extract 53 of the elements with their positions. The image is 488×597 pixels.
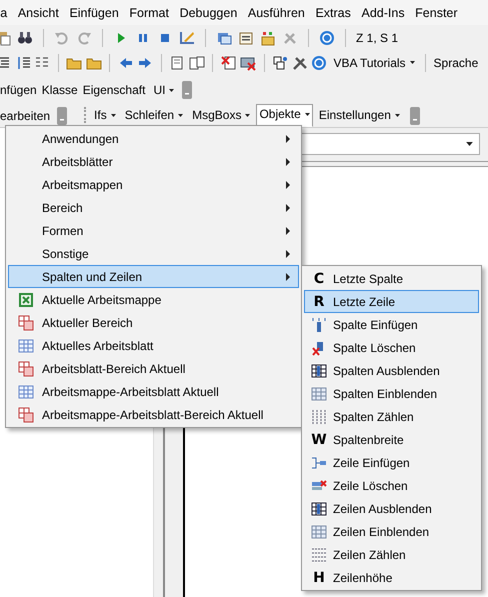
menu-item[interactable]: Spalten Zählen (304, 405, 479, 428)
menu-item[interactable]: Zeilen Zählen (304, 543, 479, 566)
menu-item[interactable]: Zeilen Ausblenden (304, 497, 479, 520)
toolbar-button[interactable]: Eigenschaft (82, 83, 146, 97)
dropdown-button[interactable]: Objekte (256, 104, 313, 127)
menu-item[interactable]: Spalten Einblenden (304, 382, 479, 405)
menu-item[interactable]: Formen (8, 219, 299, 242)
toolbar-label[interactable]: Sprache (434, 56, 478, 70)
menu-item[interactable]: Arbeitsmappe-Arbeitsblatt-Bereich Aktuell (8, 403, 299, 426)
dropdown-button[interactable]: Schleifen (122, 105, 186, 125)
menu-item[interactable]: C Letzte Spalte (304, 267, 479, 290)
dropdown-button[interactable]: MsgBoxs (189, 105, 254, 125)
menu-item[interactable]: Anwendungen (8, 127, 299, 150)
letter-icon: R (314, 294, 324, 310)
menu-item[interactable]: Zeilen Einblenden (304, 520, 479, 543)
menu-item[interactable]: Arbeitsmappen (8, 173, 299, 196)
menu-item[interactable]: Ausführen (242, 6, 310, 20)
toolbar-button[interactable]: nfügen (0, 83, 37, 97)
letter-icon: H (313, 570, 325, 586)
dropdown-button[interactable]: VBA Tutorials (330, 52, 418, 72)
menu-item[interactable]: Aktuelle Arbeitsmappe (8, 288, 299, 311)
cursor-position: Z 1, S 1 (356, 30, 398, 44)
menu-item[interactable]: Arbeitsmappe-Arbeitsblatt Aktuell (8, 380, 299, 403)
menu-item[interactable]: Aktuelles Arbeitsblatt (8, 334, 299, 357)
menu-item[interactable]: Aktueller Bereich (8, 311, 299, 334)
menu-item[interactable]: Spalte Löschen (304, 336, 479, 359)
menu-item[interactable]: Einfügen (64, 6, 124, 20)
menu-item[interactable]: Zeile Einfügen (304, 451, 479, 474)
menu-item[interactable]: Add-Ins (356, 6, 410, 20)
menu-item[interactable]: Format (124, 6, 174, 20)
menu-item[interactable]: Ansicht (12, 6, 64, 20)
toolbar-button[interactable]: Klasse (42, 83, 78, 97)
menu-item[interactable]: W Spaltenbreite (304, 428, 479, 451)
menu-item[interactable]: Bereich (8, 196, 299, 219)
dropdown-button[interactable]: Ifs (91, 105, 119, 125)
toolbar-button[interactable]: earbeiten (0, 109, 50, 127)
menu-item[interactable]: Arbeitsblätter (8, 150, 299, 173)
menu-item[interactable]: Spalte Einfügen (304, 313, 479, 336)
dropdown-button[interactable]: UI (150, 80, 178, 100)
menu-item[interactable]: Debuggen (174, 6, 243, 20)
menu-item[interactable]: H Zeilenhöhe (304, 566, 479, 589)
menu-item[interactable]: Spalten und Zeilen (8, 265, 299, 288)
menu-item[interactable]: Arbeitsblatt-Bereich Aktuell (8, 357, 299, 380)
letter-icon: C (314, 270, 324, 286)
menu-item[interactable]: Extras (310, 6, 356, 20)
dropdown-button[interactable]: Einstellungen (316, 105, 403, 125)
menu-item[interactable]: R Letzte Zeile (304, 290, 479, 313)
menu-item[interactable]: Zeile Löschen (304, 474, 479, 497)
menu-item[interactable]: a (0, 6, 13, 20)
menu-item[interactable]: Spalten Ausblenden (304, 359, 479, 382)
menu-item[interactable]: Sonstige (8, 242, 299, 265)
letter-icon: W (311, 432, 327, 448)
menu-item[interactable]: Fenster (410, 6, 463, 20)
